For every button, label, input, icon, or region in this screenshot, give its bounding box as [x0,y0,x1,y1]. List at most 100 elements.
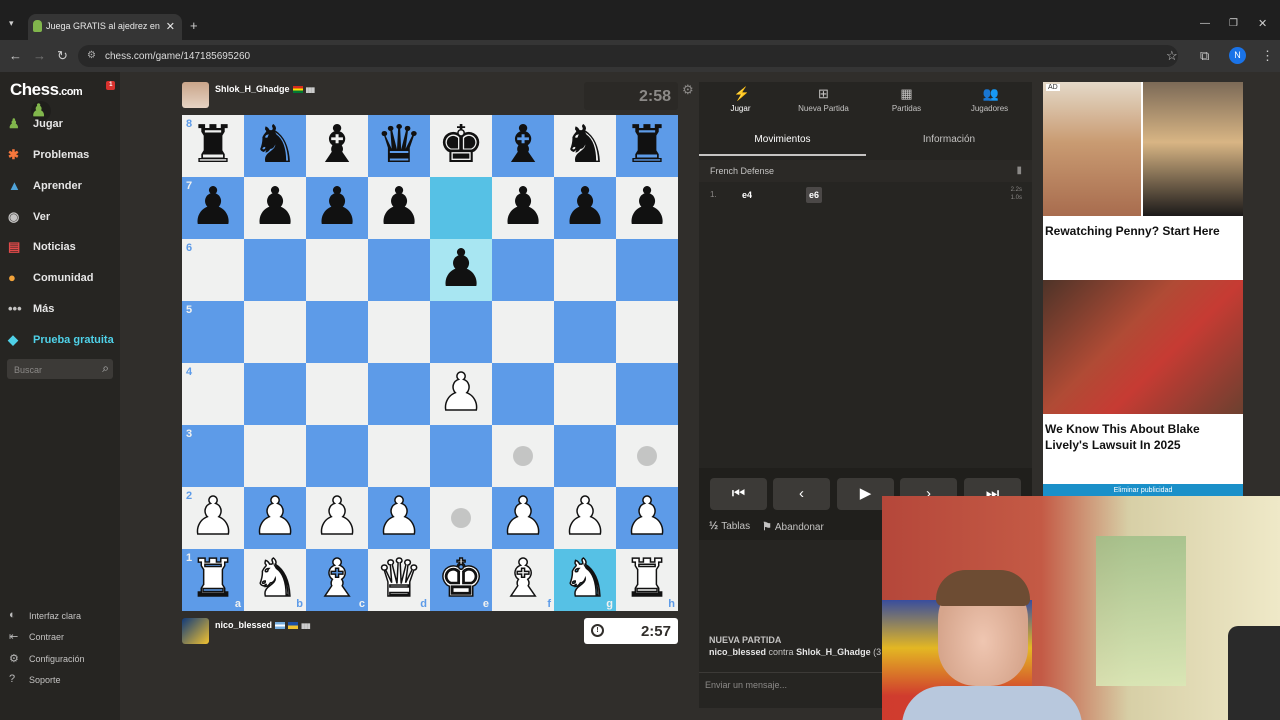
legal-move-dot[interactable] [451,508,471,528]
bottom-player-avatar[interactable] [182,618,209,644]
chat-player-1[interactable]: nico_blessed [709,647,766,657]
tab-nueva-partida[interactable]: ⊞ Nueva Partida [782,82,865,122]
browser-tab[interactable]: Juega GRATIS al ajedrez en ✕ [28,14,182,40]
square-c1[interactable]: ♝ c [306,548,368,611]
square-g5[interactable] [554,301,616,363]
close-window-icon[interactable]: ✕ [1258,19,1267,30]
black-pawn-icon[interactable]: ♟ [368,177,430,239]
square-e5[interactable] [430,301,492,363]
square-b2[interactable]: ♟ [244,486,306,549]
previous-move-button[interactable]: ‹ [773,478,830,510]
square-f4[interactable] [492,363,554,425]
black-king-icon[interactable]: ♚ [430,115,492,177]
white-bishop-icon[interactable]: ♝ [492,548,554,611]
sidebar-bottom-soporte[interactable]: ? Soporte [9,672,109,688]
tab-partidas[interactable]: ▦ Partidas [865,82,948,122]
white-pawn-icon[interactable]: ♟ [306,486,368,549]
square-g7[interactable]: ♟ [554,177,616,239]
chess-board[interactable]: ♜ 8 ♞ ♝ ♛ ♚ ♝ ♞ ♜ ♟ 7 ♟ ♟ ♟ ♟ ♟ ♟ 6 ♟ 5 4 ♟ 3 ♟ 2 ♟ ♟ ♟ ♟ ♟ ♟ ♜ 1 a ♞ b ♝ c ♛ d… [182,115,678,611]
first-move-button[interactable]: ⏮ [710,478,767,510]
square-f5[interactable] [492,301,554,363]
square-b8[interactable]: ♞ [244,115,306,177]
legal-move-dot[interactable] [513,446,533,466]
black-rook-icon[interactable]: ♜ [616,115,678,177]
top-player-avatar[interactable] [182,82,209,108]
square-h7[interactable]: ♟ [616,177,678,239]
black-bishop-icon[interactable]: ♝ [492,115,554,177]
white-pawn-icon[interactable]: ♟ [554,486,616,549]
square-d2[interactable]: ♟ [368,486,430,549]
new-tab-icon[interactable]: + [190,19,198,32]
chess-logo[interactable]: ♟ Chess.com 1 [10,80,115,121]
white-pawn-icon[interactable]: ♟ [616,486,678,549]
square-f2[interactable]: ♟ [492,486,554,549]
square-c6[interactable] [306,239,368,301]
square-b7[interactable]: ♟ [244,177,306,239]
square-h2[interactable]: ♟ [616,486,678,549]
square-b5[interactable] [244,301,306,363]
black-bishop-icon[interactable]: ♝ [306,115,368,177]
sidebar-item-problemas[interactable]: ✱ Problemas [8,143,118,167]
square-e4[interactable]: ♟ [430,362,492,425]
square-g3[interactable] [554,425,616,487]
top-player-name[interactable]: Shlok_H_Ghadge [215,84,290,94]
square-h6[interactable] [616,239,678,301]
black-pawn-icon[interactable]: ♟ [306,177,368,239]
ad-headline-1[interactable]: Rewatching Penny? Start Here [1045,223,1235,239]
square-c2[interactable]: ♟ [306,486,368,549]
legal-move-dot[interactable] [637,446,657,466]
close-tab-icon[interactable]: ✕ [166,20,175,33]
square-c4[interactable] [306,363,368,425]
white-pawn-icon[interactable]: ♟ [430,362,492,425]
black-pawn-icon[interactable]: ♟ [430,239,492,301]
profile-avatar[interactable]: N [1229,47,1246,64]
draw-button[interactable]: ½ Tablas [709,520,750,532]
square-h5[interactable] [616,301,678,363]
square-d8[interactable]: ♛ [368,115,430,177]
sidebar-item-ver[interactable]: ◉ Ver [8,205,118,229]
square-d7[interactable]: ♟ [368,177,430,239]
ad-image-3[interactable] [1043,280,1243,414]
square-f1[interactable]: ♝ f [492,548,554,611]
board-settings-gear-icon[interactable]: ⚙ [682,82,694,98]
square-d5[interactable] [368,301,430,363]
black-move[interactable]: e6 [806,187,823,203]
ad-image-1[interactable] [1043,82,1141,216]
sidebar-item-comunidad[interactable]: ● Comunidad [8,266,118,290]
square-a6[interactable]: 6 [182,239,244,301]
black-knight-icon[interactable]: ♞ [554,115,616,177]
white-move[interactable]: e4 [742,190,752,200]
square-e3[interactable] [430,425,492,487]
square-g1[interactable]: ♞ g [554,548,616,611]
square-a1[interactable]: ♜ 1 a [182,548,244,611]
notification-badge[interactable]: 1 [106,81,115,90]
square-c3[interactable] [306,425,368,487]
minimize-icon[interactable]: — [1200,19,1210,29]
site-info-icon[interactable]: ⚙ [87,50,96,61]
square-f7[interactable]: ♟ [492,177,554,239]
square-f8[interactable]: ♝ [492,115,554,177]
square-e2[interactable] [430,487,492,549]
url-field[interactable]: ⚙ chess.com/game/147185695260 [78,45,1178,67]
advertisement[interactable]: AD Rewatching Penny? Start Here We Know … [1043,82,1243,498]
chat-player-2[interactable]: Shlok_H_Ghadge [796,647,871,657]
black-knight-icon[interactable]: ♞ [244,115,306,177]
square-a3[interactable]: 3 [182,425,244,487]
square-b4[interactable] [244,363,306,425]
sidebar-bottom-contraer[interactable]: ⇤ Contraer [9,629,109,645]
square-a5[interactable]: 5 [182,301,244,363]
ad-headline-2[interactable]: We Know This About Blake Lively's Lawsui… [1045,421,1235,453]
square-b3[interactable] [244,425,306,487]
square-d6[interactable] [368,239,430,301]
square-g4[interactable] [554,363,616,425]
square-g2[interactable]: ♟ [554,486,616,549]
square-e6[interactable]: ♟ [430,239,492,301]
maximize-icon[interactable]: ❐ [1229,19,1238,29]
square-f3[interactable] [492,425,554,487]
square-d3[interactable] [368,425,430,487]
tab-search-icon[interactable]: ▾ [9,19,14,28]
square-h8[interactable]: ♜ [616,115,678,177]
sidebar-item-prueba-gratuita[interactable]: ◆ Prueba gratuita [8,328,118,352]
black-pawn-icon[interactable]: ♟ [244,177,306,239]
opening-name[interactable]: French Defense [710,166,774,176]
